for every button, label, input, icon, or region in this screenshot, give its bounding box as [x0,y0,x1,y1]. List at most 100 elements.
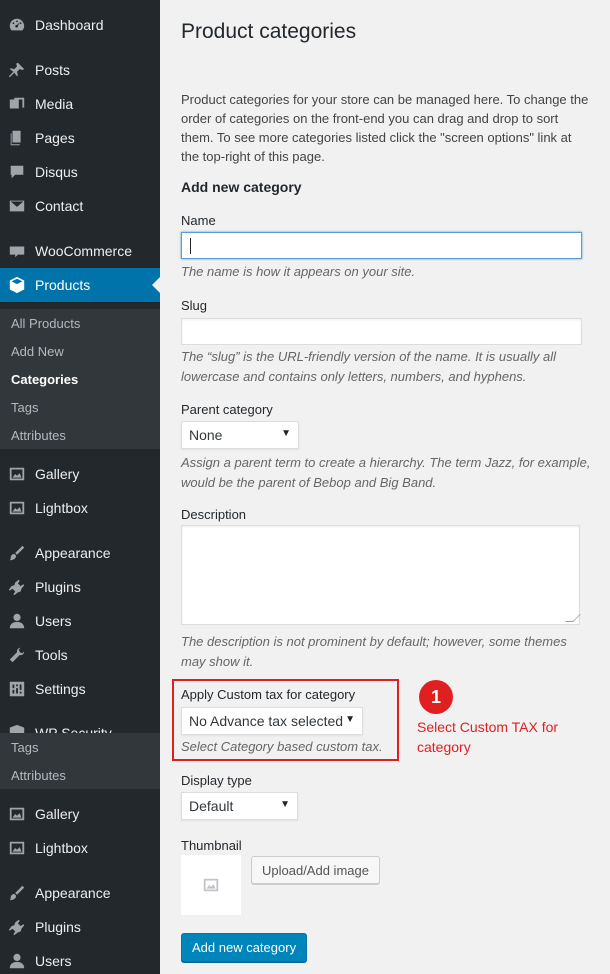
submenu-all-products[interactable]: All Products [0,309,160,337]
menu-pages[interactable]: Pages [0,121,160,155]
submenu-tags-repeat[interactable]: Tags [0,733,160,761]
display-type-select[interactable]: Default ▼ [181,792,298,820]
menu-label: Contact [35,198,84,214]
annotation-text: Select Custom TAX for category [417,719,559,755]
name-hint: The name is how it appears on your site. [181,264,416,279]
menu-posts[interactable]: Posts [0,53,160,87]
description-textarea[interactable] [181,525,581,625]
menu-label: Tools [35,647,68,663]
thumbnail-preview [181,855,241,915]
woo-icon [7,241,27,261]
admin-sidebar: Dashboard Posts Media Pages Disqus Conta… [0,0,160,974]
parent-category-hint: Assign a parent term to create a hierarc… [181,455,591,490]
menu-plugins-repeat[interactable]: Plugins [0,910,160,944]
menu-label: Pages [35,130,75,146]
menu-gallery[interactable]: Gallery [0,457,160,491]
menu-label: Appearance [35,885,111,901]
menu-users[interactable]: Users [0,604,160,638]
menu-label: Dashboard [35,17,104,33]
menu-lightbox[interactable]: Lightbox [0,491,160,525]
upload-image-button[interactable]: Upload/Add image [251,856,380,884]
submenu-categories[interactable]: Categories [0,365,160,393]
menu-label: Products [35,277,91,293]
submenu-tags[interactable]: Tags [0,393,160,421]
brush-icon [7,543,27,563]
comment-icon [7,162,27,182]
user-icon [7,951,27,971]
plugin-icon [7,577,27,597]
parent-category-label: Parent category [181,402,273,417]
parent-category-select[interactable]: None ▼ [181,421,299,449]
menu-label: Users [35,953,72,969]
mail-icon [7,196,27,216]
slug-input[interactable] [181,318,582,345]
menu-settings[interactable]: Settings [0,672,160,706]
name-input[interactable] [181,232,582,259]
gallery-icon [7,804,27,824]
box-icon [7,275,27,295]
media-icon [7,94,27,114]
menu-gallery-repeat[interactable]: Gallery [0,797,160,831]
display-type-label: Display type [181,773,252,788]
menu-label: Settings [35,681,86,697]
products-submenu: All Products Add New Categories Tags Att… [0,309,160,449]
dropdown-arrow-icon: ▼ [280,799,290,810]
menu-label: Disqus [35,164,78,180]
menu-tools[interactable]: Tools [0,638,160,672]
image-placeholder-icon [203,878,219,892]
menu-label: Media [35,96,74,112]
menu-disqus[interactable]: Disqus [0,155,160,189]
parent-category-value: None [189,427,223,443]
menu-label: Plugins [35,919,81,935]
submenu-attributes[interactable]: Attributes [0,421,160,449]
menu-woocommerce[interactable]: WooCommerce [0,234,160,268]
menu-users-repeat[interactable]: Users [0,944,160,974]
menu-appearance-repeat[interactable]: Appearance [0,876,160,910]
menu-label: Lightbox [35,500,88,516]
description-hint: The description is not prominent by defa… [181,634,567,669]
intro-text: Product categories for your store can be… [181,92,589,164]
thumbnail-label: Thumbnail [181,838,242,853]
menu-label: WooCommerce [35,243,132,259]
plugin-icon [7,917,27,937]
text-caret [190,238,191,254]
resize-handle-icon[interactable] [565,614,581,622]
repeated-submenu: Tags Attributes [0,733,160,789]
menu-label: Lightbox [35,840,88,856]
submenu-attributes-repeat[interactable]: Attributes [0,761,160,789]
menu-appearance[interactable]: Appearance [0,536,160,570]
wrench-icon [7,645,27,665]
pin-icon [7,60,27,80]
menu-label: Users [35,613,72,629]
add-new-category-button[interactable]: Add new category [181,933,308,962]
display-type-value: Default [189,798,234,814]
menu-plugins[interactable]: Plugins [0,570,160,604]
annotation-highlight-box [172,679,399,761]
gallery-icon [7,464,27,484]
page-title: Product categories [181,20,357,43]
menu-label: Appearance [35,545,111,561]
lightbox-icon [7,838,27,858]
menu-label: Gallery [35,466,80,482]
lightbox-icon [7,498,27,518]
menu-label: Posts [35,62,71,78]
menu-products[interactable]: Products [0,268,160,302]
menu-dashboard[interactable]: Dashboard [0,8,160,42]
submenu-add-new[interactable]: Add New [0,337,160,365]
name-label: Name [181,213,216,228]
settings-icon [7,679,27,699]
brush-icon [7,883,27,903]
slug-label: Slug [181,298,208,313]
dashboard-icon [7,15,27,35]
dropdown-arrow-icon: ▼ [281,428,291,439]
pages-icon [7,128,27,148]
section-title: Add new category [181,179,302,195]
menu-media[interactable]: Media [0,87,160,121]
menu-contact[interactable]: Contact [0,189,160,223]
menu-lightbox-repeat[interactable]: Lightbox [0,831,160,865]
annotation-number-badge: 1 [419,680,453,714]
menu-label: Gallery [35,806,80,822]
user-icon [7,611,27,631]
description-label: Description [181,507,247,522]
menu-label: Plugins [35,579,81,595]
